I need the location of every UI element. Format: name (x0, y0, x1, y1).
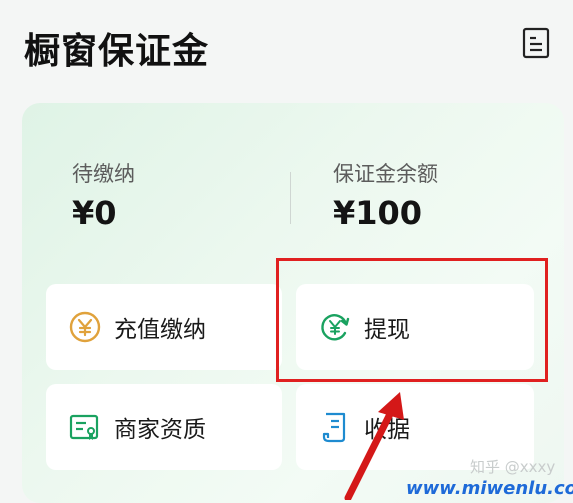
withdraw-refresh-icon (321, 314, 350, 341)
recharge-pay-label: 充值缴纳 (114, 317, 206, 343)
certificate-icon (69, 414, 99, 440)
pending-value: ¥0 (72, 194, 117, 232)
balance-label: 保证金余额 (333, 162, 438, 186)
document-icon (522, 27, 550, 59)
receipt-label: 收据 (364, 417, 410, 443)
records-document-button[interactable] (522, 27, 550, 59)
stat-divider (290, 172, 291, 224)
page-title: 橱窗保证金 (24, 31, 210, 72)
yen-coin-icon (69, 311, 101, 343)
withdraw-button[interactable]: 提现 (296, 284, 534, 370)
merchant-qualification-button[interactable]: 商家资质 (46, 384, 282, 470)
balance-value: ¥100 (333, 194, 423, 232)
zhihu-watermark: 知乎 @xxxy (470, 458, 556, 476)
recharge-pay-button[interactable]: 充值缴纳 (46, 284, 282, 370)
withdraw-label: 提现 (364, 317, 410, 343)
merchant-qualification-label: 商家资质 (114, 417, 206, 443)
page-header: 橱窗保证金 (0, 0, 573, 95)
site-watermark: www.miwenlu.com (406, 478, 573, 499)
pending-label: 待缴纳 (72, 162, 135, 186)
receipt-icon (322, 412, 346, 443)
